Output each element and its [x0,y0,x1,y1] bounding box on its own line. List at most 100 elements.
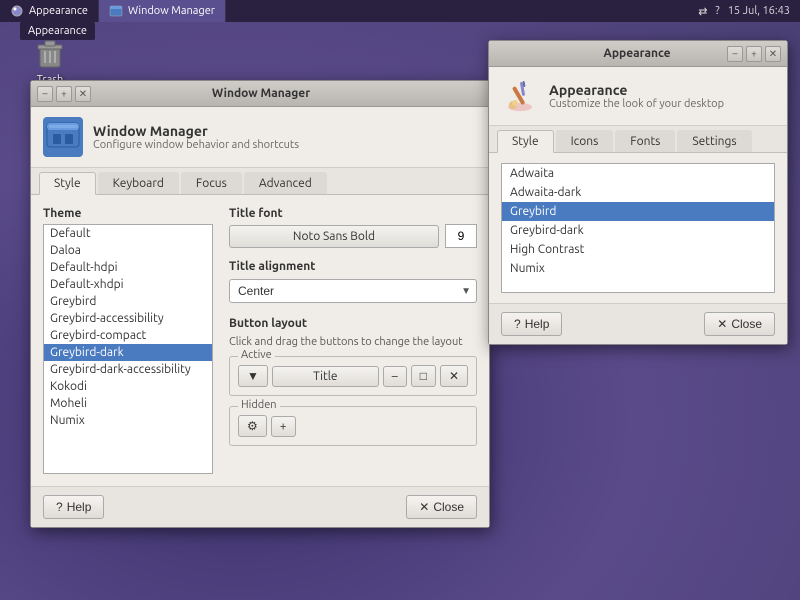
appearance-window: Appearance – + ✕ Appearance Customize th… [488,40,788,345]
ap-theme-numix[interactable]: Numix [502,259,774,278]
ap-theme-greybird[interactable]: Greybird [502,202,774,221]
wm-window-controls[interactable]: – + ✕ [37,86,91,102]
help-icon: ? [715,5,719,17]
ap-header-icon [501,77,539,115]
hidden-buttons-section: Hidden ⚙ + [229,406,477,446]
title-font-label: Title font [229,207,477,220]
wm-content: Theme Default Daloa Default-hdpi Default… [31,195,489,486]
theme-column: Theme Default Daloa Default-hdpi Default… [43,207,213,474]
network-icon: ⇄ [698,5,707,18]
theme-numix[interactable]: Numix [44,412,212,429]
theme-greybird[interactable]: Greybird [44,293,212,310]
desktop-icon-trash[interactable]: Trash [20,35,80,86]
theme-default-hdpi[interactable]: Default-hdpi [44,259,212,276]
close-icon-btn: ✕ [419,500,429,514]
appearance-taskbar-icon [10,4,24,18]
wm-maximize-btn[interactable]: + [56,86,72,102]
taskbar: Appearance Window Manager ⇄ ? 15 Jul, 16… [0,0,800,22]
ap-header: Appearance Customize the look of your de… [489,67,787,126]
ap-tab-settings[interactable]: Settings [677,130,751,152]
ap-theme-greybird-dark[interactable]: Greybird-dark [502,221,774,240]
wm-titlebar: – + ✕ Window Manager [31,81,489,107]
ap-header-title: Appearance [549,82,724,98]
layout-btn-minimize[interactable]: – [383,366,407,387]
wm-close-btn[interactable]: ✕ [75,86,91,102]
wm-header-subtitle: Configure window behavior and shortcuts [93,139,299,151]
layout-btn-settings[interactable]: ⚙ [238,415,267,437]
ap-titlebar: Appearance – + ✕ [489,41,787,67]
layout-btn-arrow[interactable]: ▼ [238,365,268,387]
ap-window-controls[interactable]: – + ✕ [727,46,781,62]
font-size-input[interactable] [445,224,477,248]
theme-moheli[interactable]: Moheli [44,395,212,412]
ap-footer: ? Help ✕ Close [489,303,787,344]
theme-greybird-accessibility[interactable]: Greybird-accessibility [44,310,212,327]
ap-tab-style[interactable]: Style [497,130,554,153]
taskbar-wm-label: Window Manager [128,5,215,17]
taskbar-left: Appearance Window Manager [0,0,226,22]
ap-theme-list[interactable]: Adwaita Adwaita-dark Greybird Greybird-d… [501,163,775,293]
wm-title: Window Manager [91,87,431,100]
right-column: Title font Noto Sans Bold Title alignmen… [229,207,477,474]
ap-header-subtitle: Customize the look of your desktop [549,98,724,110]
wm-header-icon [43,117,83,157]
theme-greybird-compact[interactable]: Greybird-compact [44,327,212,344]
wm-tab-advanced[interactable]: Advanced [244,172,327,194]
hidden-section-label: Hidden [238,399,280,411]
trash-icon [32,35,68,71]
taskbar-right: ⇄ ? 15 Jul, 16:43 [688,5,800,18]
layout-btn-title[interactable]: Title [272,366,379,387]
theme-default-xhdpi[interactable]: Default-xhdpi [44,276,212,293]
button-layout-label: Button layout [229,317,477,330]
wm-header-title: Window Manager [93,123,299,139]
taskbar-item-appearance[interactable]: Appearance [0,0,99,22]
theme-label: Theme [43,207,213,220]
ap-maximize-btn[interactable]: + [746,46,762,62]
ap-help-icon: ? [514,317,521,331]
ap-tabs: Style Icons Fonts Settings [489,126,787,153]
button-layout-desc: Click and drag the buttons to change the… [229,336,477,348]
ap-header-text: Appearance Customize the look of your de… [549,82,724,110]
wm-minimize-btn[interactable]: – [37,86,53,102]
wm-taskbar-icon [109,4,123,18]
wm-tab-keyboard[interactable]: Keyboard [98,172,179,194]
tooltip: Appearance [20,22,95,40]
layout-btn-maximize[interactable]: □ [411,365,436,387]
ap-minimize-btn[interactable]: – [727,46,743,62]
taskbar-item-wm[interactable]: Window Manager [99,0,226,22]
wm-tabs: Style Keyboard Focus Advanced [31,168,489,195]
wm-tab-focus[interactable]: Focus [181,172,242,194]
ap-help-btn[interactable]: ? Help [501,312,562,336]
wm-header: Window Manager Configure window behavior… [31,107,489,168]
ap-theme-adwaita-dark[interactable]: Adwaita-dark [502,183,774,202]
layout-btn-add[interactable]: + [271,416,296,437]
active-section-label: Active [238,349,275,361]
wm-window: – + ✕ Window Manager Window Manager Conf… [30,80,490,528]
ap-tab-icons[interactable]: Icons [556,130,614,152]
ap-title: Appearance [547,47,727,60]
ap-tab-fonts[interactable]: Fonts [615,130,675,152]
font-select-btn[interactable]: Noto Sans Bold [229,225,439,248]
wm-theme-list[interactable]: Default Daloa Default-hdpi Default-xhdpi… [43,224,213,474]
wm-tab-style[interactable]: Style [39,172,96,195]
alignment-select[interactable]: Center Left Right [229,279,477,303]
ap-close-btn-footer[interactable]: ✕ Close [704,312,775,336]
wm-help-btn[interactable]: ? Help [43,495,104,519]
ap-close-icon: ✕ [717,317,727,331]
help-icon-btn: ? [56,500,63,514]
theme-default[interactable]: Default [44,225,212,242]
theme-daloa[interactable]: Daloa [44,242,212,259]
theme-greybird-dark[interactable]: Greybird-dark [44,344,212,361]
wm-close-btn-footer[interactable]: ✕ Close [406,495,477,519]
ap-theme-adwaita[interactable]: Adwaita [502,164,774,183]
datetime: 15 Jul, 16:43 [728,5,790,17]
layout-btn-close[interactable]: ✕ [440,365,468,387]
alignment-select-row: Center Left Right ▼ [229,279,477,303]
theme-greybird-dark-accessibility[interactable]: Greybird-dark-accessibility [44,361,212,378]
ap-theme-high-contrast[interactable]: High Contrast [502,240,774,259]
ap-close-btn[interactable]: ✕ [765,46,781,62]
theme-kokodi[interactable]: Kokodi [44,378,212,395]
active-btn-row: ▼ Title – □ ✕ [238,365,468,387]
taskbar-appearance-label: Appearance [29,5,88,17]
font-row: Noto Sans Bold [229,224,477,248]
